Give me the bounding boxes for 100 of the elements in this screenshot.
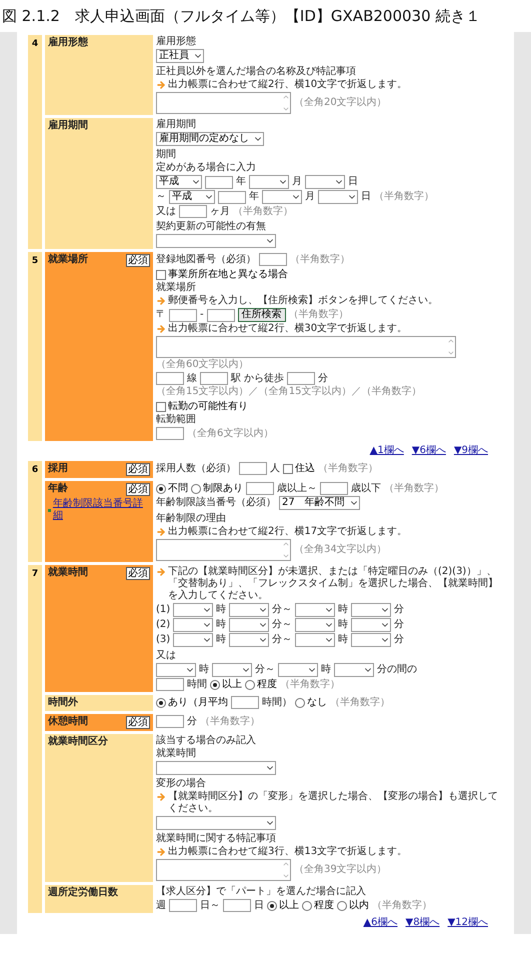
field-label: 分 <box>318 372 328 384</box>
address-search-button[interactable]: 住所検索 <box>238 308 286 322</box>
dropdown[interactable] <box>156 816 276 830</box>
dropdown[interactable] <box>305 175 345 189</box>
nav-link[interactable]: ▼6欄へ <box>412 445 446 457</box>
detail-link[interactable]: 年齢制限該当番号詳細 <box>52 498 150 522</box>
row-label: 就業時間 <box>48 567 88 579</box>
text-input[interactable] <box>206 308 235 322</box>
hint-text: （半角数字） <box>288 309 349 321</box>
dropdown[interactable] <box>229 633 270 647</box>
dropdown[interactable] <box>173 618 214 632</box>
checkbox[interactable] <box>156 402 166 412</box>
field-label: 日 <box>348 176 358 188</box>
dropdown[interactable] <box>156 234 276 248</box>
text-input[interactable] <box>320 482 348 495</box>
checkbox[interactable] <box>156 270 166 280</box>
dropdown[interactable] <box>334 663 374 677</box>
dropdown[interactable] <box>278 663 318 677</box>
field-label: 分 <box>394 619 404 631</box>
text-input[interactable] <box>205 176 233 188</box>
dropdown[interactable] <box>351 618 392 632</box>
dropdown[interactable] <box>318 190 358 204</box>
text-input[interactable] <box>156 427 184 440</box>
scroll-up-icon[interactable] <box>282 540 290 548</box>
text-input[interactable] <box>239 462 267 475</box>
dropdown[interactable] <box>173 603 214 617</box>
dropdown[interactable]: 平成 <box>169 190 215 204</box>
required-badge: 必須 <box>126 463 150 476</box>
text-input[interactable] <box>156 678 184 691</box>
section-number: 7 <box>32 568 38 581</box>
dropdown[interactable]: 平成 <box>156 175 202 189</box>
radio-button[interactable] <box>295 698 305 708</box>
field-label: 分～ <box>272 634 292 646</box>
radio-button[interactable] <box>245 680 255 690</box>
text-input[interactable] <box>169 899 197 912</box>
scroll-up-icon[interactable] <box>282 93 290 101</box>
checkbox-label: 事業所所在地と異なる場合 <box>168 269 288 281</box>
field-label: 時間） <box>262 696 292 708</box>
text-input[interactable] <box>218 190 246 204</box>
text-area[interactable] <box>156 539 291 561</box>
field-label: 駅 から徒歩 <box>231 372 284 384</box>
radio-button[interactable] <box>156 484 166 494</box>
scroll-down-icon[interactable] <box>282 872 290 880</box>
arrow-icon <box>156 567 166 577</box>
dropdown[interactable]: 雇用期間の定めなし <box>156 132 264 146</box>
text-input[interactable] <box>156 372 184 385</box>
radio-button[interactable] <box>210 680 220 690</box>
dropdown[interactable] <box>229 603 270 617</box>
text-input[interactable] <box>156 715 184 728</box>
nav-link[interactable]: ▲6欄へ <box>363 917 398 929</box>
note-text: 出力帳票に合わせて縦2行、横17文字で折返します。 <box>168 526 408 538</box>
scroll-down-icon[interactable] <box>282 552 290 560</box>
radio-button[interactable] <box>191 484 201 494</box>
text-area[interactable] <box>156 859 291 881</box>
scroll-down-icon[interactable] <box>447 349 455 357</box>
radio-button[interactable] <box>267 900 277 910</box>
nav-link[interactable]: ▼9欄へ <box>454 445 488 457</box>
dropdown[interactable] <box>249 175 289 189</box>
radio-button[interactable] <box>156 698 166 708</box>
radio-button[interactable] <box>302 900 312 910</box>
dropdown[interactable]: 正社員 <box>156 49 204 63</box>
text-input[interactable] <box>231 696 259 709</box>
field-label: 週 <box>156 900 166 912</box>
dropdown[interactable] <box>351 633 392 647</box>
row-label: 雇用期間 <box>48 120 88 132</box>
text-input[interactable] <box>259 253 287 266</box>
field-label: 又は <box>156 650 176 662</box>
nav-link[interactable]: ▼12欄へ <box>448 917 488 929</box>
scroll-up-icon[interactable] <box>447 337 455 345</box>
text-input[interactable] <box>179 205 207 218</box>
text-input[interactable] <box>223 899 251 912</box>
row-label: 週所定労働日数 <box>48 887 118 899</box>
required-badge: 必須 <box>126 716 150 729</box>
scroll-up-icon[interactable] <box>282 860 290 868</box>
dropdown[interactable] <box>156 761 276 775</box>
nav-link[interactable]: ▼8欄へ <box>406 917 440 929</box>
text-input[interactable] <box>200 372 228 385</box>
arrow-icon <box>156 792 166 802</box>
text-area[interactable] <box>156 92 291 114</box>
dropdown[interactable] <box>295 633 336 647</box>
radio-button[interactable] <box>337 900 347 910</box>
text-input[interactable] <box>287 372 316 385</box>
checkbox[interactable] <box>283 464 293 474</box>
field-label: 時 <box>199 664 209 676</box>
arrow-icon <box>156 80 166 90</box>
dropdown[interactable] <box>262 190 302 204</box>
scroll-down-icon[interactable] <box>282 105 290 113</box>
dropdown[interactable] <box>156 663 196 677</box>
dropdown[interactable] <box>229 618 270 632</box>
text-input[interactable] <box>246 482 274 495</box>
dropdown[interactable] <box>295 618 336 632</box>
dropdown[interactable] <box>173 633 214 647</box>
hint-text: （半角数字） <box>200 716 260 728</box>
nav-link[interactable]: ▲1欄へ <box>370 445 404 457</box>
dropdown[interactable] <box>295 603 336 617</box>
text-area[interactable] <box>156 336 456 358</box>
dropdown[interactable]: 27 年齢不問 <box>279 496 360 510</box>
dropdown[interactable] <box>351 603 392 617</box>
field-label: 期間 <box>156 149 176 161</box>
text-input[interactable] <box>169 308 197 322</box>
